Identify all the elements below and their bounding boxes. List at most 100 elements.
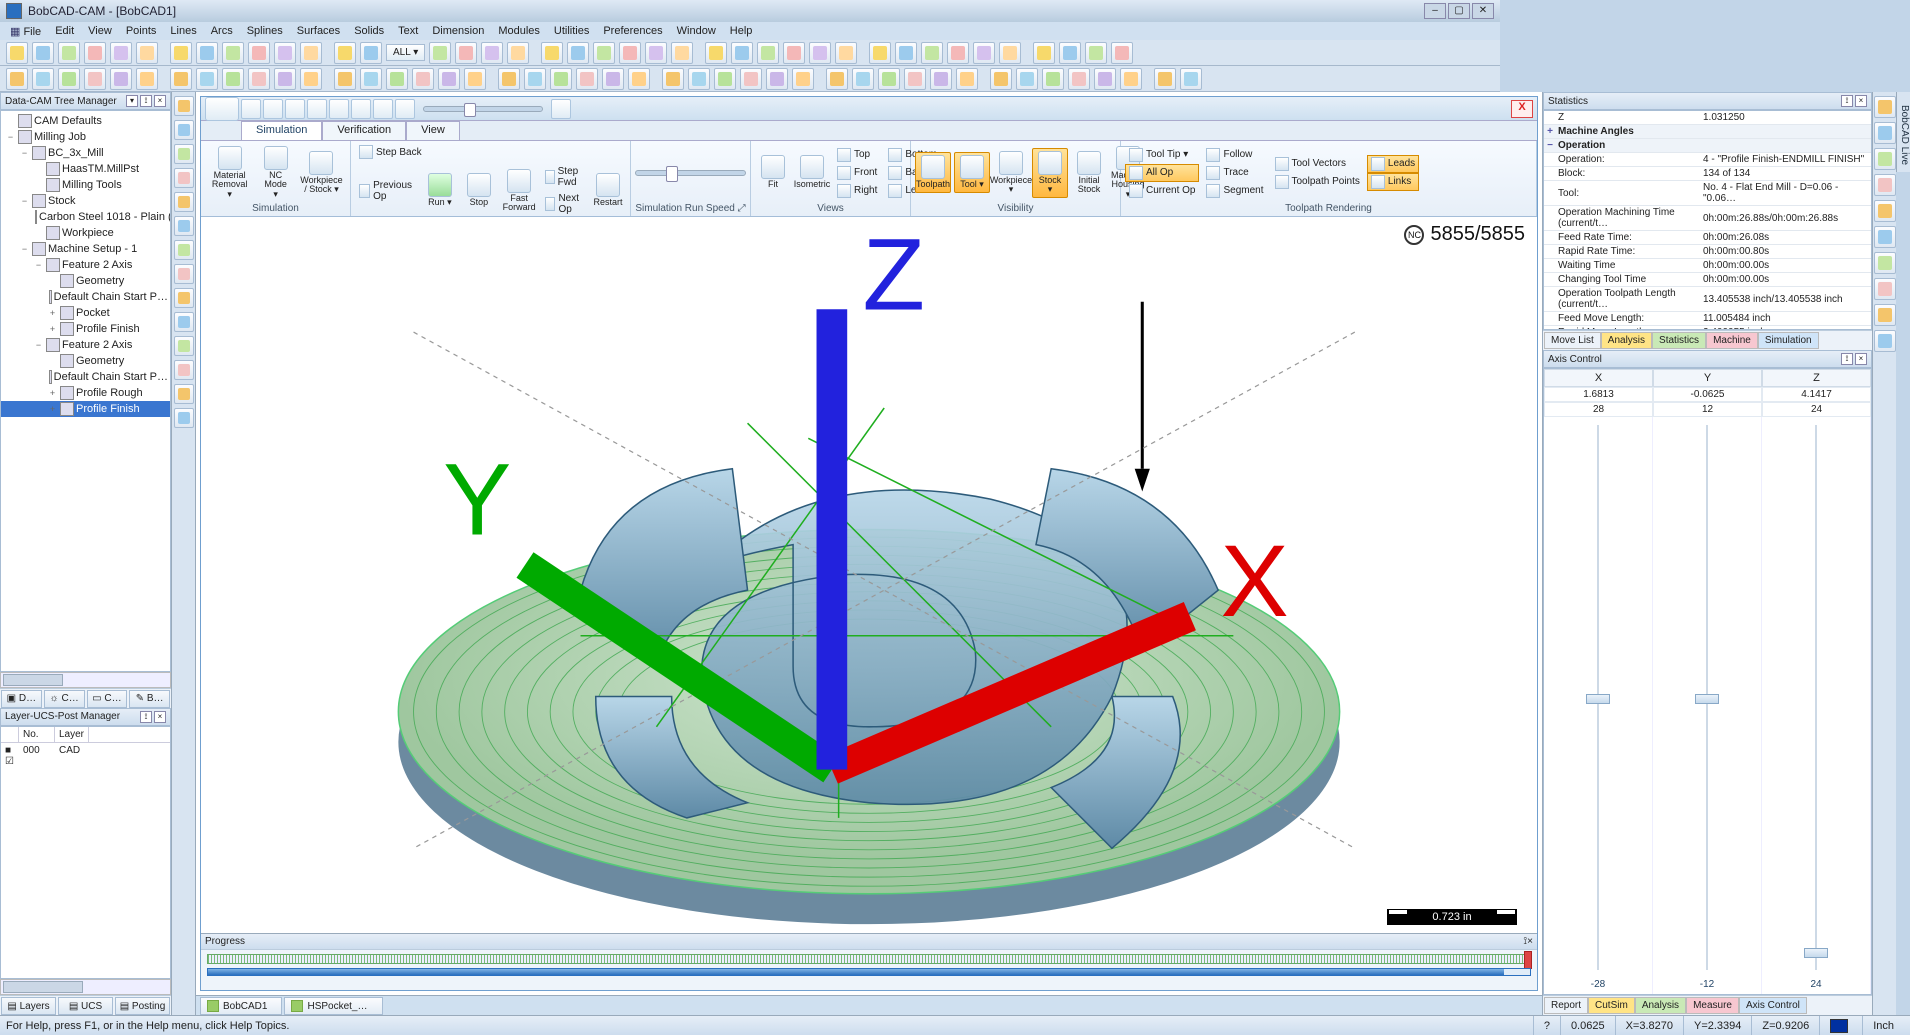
tree-node[interactable]: HaasTM.MillPst [1, 161, 170, 177]
run-button[interactable]: Run ▾ [422, 170, 458, 210]
toolbar-button[interactable] [671, 42, 693, 64]
tree-node[interactable]: Default Chain Start P… [1, 289, 170, 305]
toolbar-button[interactable] [930, 68, 952, 90]
sim-close-button[interactable]: X [1511, 100, 1533, 118]
vtoolbar-button[interactable] [1874, 252, 1896, 274]
toolbar-button[interactable] [619, 42, 641, 64]
sim-loop-button[interactable] [395, 99, 415, 119]
vis-initial-stock-button[interactable]: Initial Stock [1071, 148, 1107, 198]
menu-utilities[interactable]: Utilities [548, 24, 595, 38]
tree-node[interactable]: Carbon Steel 1018 - Plain ( [1, 209, 170, 225]
toolbar-button[interactable] [973, 42, 995, 64]
menu-dimension[interactable]: Dimension [426, 24, 490, 38]
vtoolbar-button[interactable] [1874, 200, 1896, 222]
menu-edit[interactable]: Edit [49, 24, 80, 38]
toolbar-button[interactable] [662, 68, 684, 90]
stats-tab[interactable]: Statistics [1652, 332, 1706, 349]
sim-open-button[interactable] [241, 99, 261, 119]
toolbar-button[interactable] [196, 68, 218, 90]
tree-node[interactable]: −Machine Setup - 1 [1, 241, 170, 257]
menu-modules[interactable]: Modules [492, 24, 546, 38]
menu-arcs[interactable]: Arcs [205, 24, 239, 38]
tree-node[interactable]: +Profile Finish [1, 321, 170, 337]
vis-tool-button[interactable]: Tool ▾ [954, 152, 990, 192]
sim-forward-button[interactable] [351, 99, 371, 119]
menu-surfaces[interactable]: Surfaces [291, 24, 346, 38]
axis-slider-y[interactable]: -12 [1653, 417, 1762, 994]
status-unit[interactable]: Inch [1862, 1016, 1904, 1035]
toolbar-button[interactable] [524, 68, 546, 90]
sim-tab-simulation[interactable]: Simulation [241, 121, 322, 140]
vtoolbar-button[interactable] [174, 240, 194, 260]
stats-tab[interactable]: Simulation [1758, 332, 1819, 349]
left-tab[interactable]: ✎ B… [129, 690, 170, 708]
toolbar-button[interactable] [1059, 42, 1081, 64]
toolbar-button[interactable] [895, 42, 917, 64]
toolpath-points-button[interactable]: Toolpath Points [1271, 173, 1364, 191]
left-tab[interactable]: ▣ D… [1, 690, 42, 708]
sim-tab-view[interactable]: View [406, 121, 460, 140]
vtoolbar-button[interactable] [1874, 148, 1896, 170]
layer-hscroll[interactable] [0, 979, 171, 995]
isometric-button[interactable]: Isometric [794, 152, 830, 192]
toolbar-button[interactable] [170, 68, 192, 90]
toolbar-button[interactable] [878, 68, 900, 90]
menu-view[interactable]: View [82, 24, 118, 38]
toolbar-button[interactable] [248, 42, 270, 64]
toolbar-button[interactable] [921, 42, 943, 64]
toolbar-button[interactable] [1120, 68, 1142, 90]
sim-rewind-start-button[interactable] [263, 99, 283, 119]
toolbar-button[interactable] [757, 42, 779, 64]
tree-node[interactable]: +Profile Finish [1, 401, 170, 417]
tree-node[interactable]: Default Chain Start P… [1, 369, 170, 385]
toolbar-button[interactable] [360, 68, 382, 90]
layer-row[interactable]: ■ ☑ 000 CAD [1, 743, 170, 769]
vis-workpiece-button[interactable]: Workpiece ▾ [993, 148, 1029, 198]
vtoolbar-button[interactable] [174, 168, 194, 188]
cam-tree[interactable]: CAM Defaults−Milling Job−BC_3x_MillHaasT… [0, 110, 171, 672]
toolbar-button[interactable] [360, 42, 382, 64]
vis-stock-button[interactable]: Stock ▾ [1032, 148, 1068, 198]
axis-tab[interactable]: Report [1544, 997, 1588, 1014]
toolbar-button[interactable] [6, 68, 28, 90]
toolbar-button[interactable] [550, 68, 572, 90]
toolbar-button[interactable] [248, 68, 270, 90]
vis-toolpath-button[interactable]: Toolpath [915, 152, 951, 192]
axis-tab[interactable]: Measure [1686, 997, 1739, 1014]
tree-node[interactable]: −Feature 2 Axis [1, 257, 170, 273]
axis-tab[interactable]: Axis Control [1739, 997, 1807, 1014]
left-tab[interactable]: ☼ C… [44, 690, 85, 708]
toolbar-button[interactable] [904, 68, 926, 90]
toolbar-button[interactable] [386, 68, 408, 90]
toolbar-button[interactable] [136, 42, 158, 64]
stats-tab[interactable]: Machine [1706, 332, 1758, 349]
axis-slider-x[interactable]: -28 [1544, 417, 1653, 994]
trace-button[interactable]: Trace [1202, 164, 1267, 182]
toolbar-button[interactable] [783, 42, 805, 64]
vtoolbar-button[interactable] [174, 216, 194, 236]
sim-tab-verification[interactable]: Verification [322, 121, 406, 140]
toolbar-button[interactable] [1085, 42, 1107, 64]
vtoolbar-button[interactable] [1874, 96, 1896, 118]
toolbar-button[interactable] [1154, 68, 1176, 90]
menu-file[interactable]: File [4, 24, 47, 39]
toolbar-button[interactable] [593, 42, 615, 64]
tree-node[interactable]: Geometry [1, 273, 170, 289]
tree-hscroll[interactable] [0, 672, 171, 688]
stop-button[interactable]: Stop [461, 170, 497, 210]
panel-pin-button[interactable]: ⟟ [140, 95, 152, 107]
stats-tab[interactable]: Move List [1544, 332, 1601, 349]
maximize-button[interactable]: ▢ [1448, 3, 1470, 19]
panel-close-button[interactable]: × [154, 711, 166, 723]
toolbar-button[interactable] [956, 68, 978, 90]
toolbar-button[interactable] [196, 42, 218, 64]
menu-solids[interactable]: Solids [348, 24, 390, 38]
toolbar-button[interactable] [869, 42, 891, 64]
toolbar-button[interactable] [32, 42, 54, 64]
vtoolbar-button[interactable] [174, 264, 194, 284]
tree-node[interactable]: −Stock [1, 193, 170, 209]
toolbar-button[interactable] [507, 42, 529, 64]
vtoolbar-button[interactable] [174, 408, 194, 428]
vtoolbar-button[interactable] [174, 96, 194, 116]
sim-play-button[interactable] [307, 99, 327, 119]
